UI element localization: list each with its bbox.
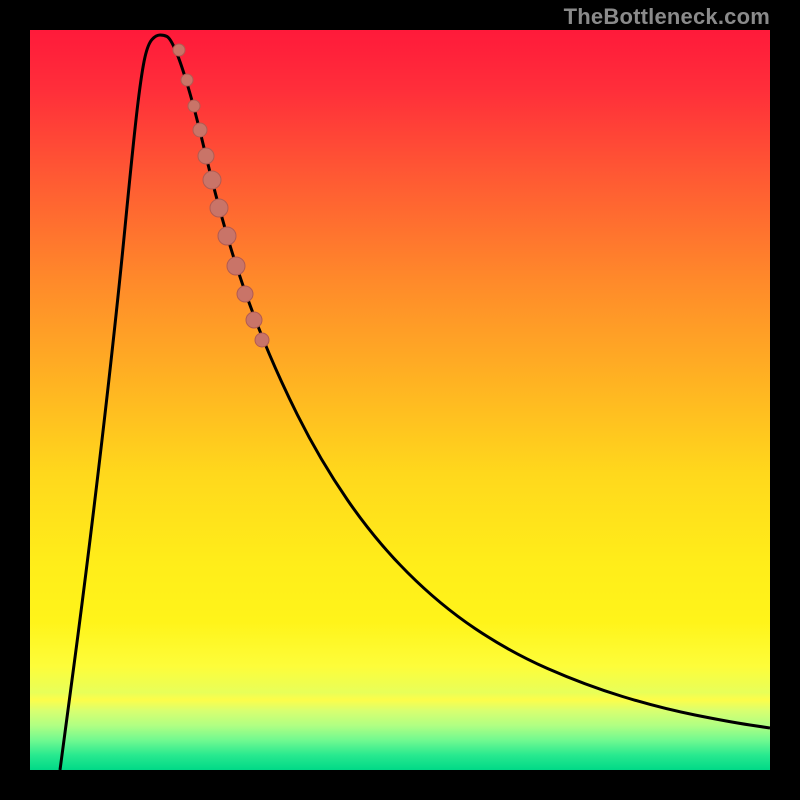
data-marker — [237, 286, 253, 302]
data-marker — [218, 227, 236, 245]
data-marker — [227, 257, 245, 275]
data-marker — [181, 74, 193, 86]
data-marker — [210, 199, 228, 217]
data-marker — [246, 312, 262, 328]
data-marker — [193, 123, 207, 137]
data-marker — [198, 148, 214, 164]
bottleneck-curve-chart — [30, 30, 770, 770]
bottleneck-curve — [60, 35, 770, 770]
data-marker — [188, 100, 200, 112]
chart-frame: TheBottleneck.com — [0, 0, 800, 800]
data-marker — [173, 44, 185, 56]
watermark-text: TheBottleneck.com — [564, 4, 770, 30]
data-marker — [203, 171, 221, 189]
data-marker — [255, 333, 269, 347]
plot-area — [30, 30, 770, 770]
